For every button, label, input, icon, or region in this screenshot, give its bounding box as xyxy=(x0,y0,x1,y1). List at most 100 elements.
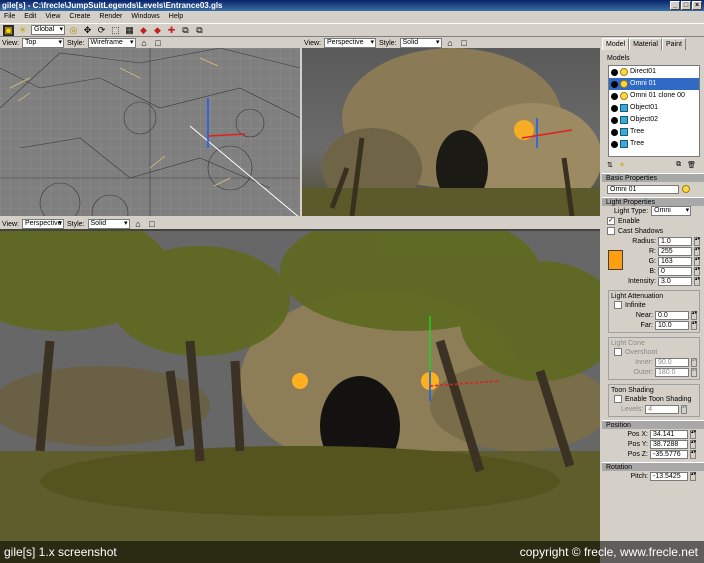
pos-y-field[interactable]: 38.7288 xyxy=(650,439,688,449)
levels-field[interactable]: 4 xyxy=(645,404,680,414)
inner-spinner[interactable]: ▴▾ xyxy=(691,357,697,367)
rotation-header[interactable]: Rotation xyxy=(602,462,704,471)
radius-spinner[interactable]: ▴▾ xyxy=(694,236,700,246)
menu-edit[interactable]: Edit xyxy=(24,11,36,23)
model-list[interactable]: Direct01 Omni 01 Omni 01 clone 00 Object… xyxy=(608,65,700,157)
near-field[interactable]: 0.0 xyxy=(655,310,689,320)
eye-icon[interactable] xyxy=(611,92,618,100)
tab-model[interactable]: Model xyxy=(602,38,630,50)
list-item[interactable]: Tree xyxy=(609,126,699,138)
green-field[interactable]: 163 xyxy=(658,256,692,266)
pitch-field[interactable]: -13.5425 xyxy=(650,471,688,481)
fit-icon[interactable]: □ xyxy=(459,38,470,49)
menu-render[interactable]: Render xyxy=(99,11,122,23)
list-item[interactable]: Omni 01 clone 00 xyxy=(609,90,699,102)
infinite-checkbox[interactable] xyxy=(614,301,622,309)
layout2-icon[interactable]: ⧉ xyxy=(194,25,205,36)
list-item[interactable]: Omni 01 xyxy=(609,78,699,90)
light-type-select[interactable]: Omni xyxy=(651,206,692,216)
radius-field[interactable]: 1.0 xyxy=(658,236,692,246)
pos-z-spinner[interactable]: ▴▾ xyxy=(690,449,696,459)
levels-spinner[interactable]: ▴▾ xyxy=(681,404,687,414)
light-color-swatch[interactable] xyxy=(608,250,623,270)
rotate-icon[interactable]: ⟳ xyxy=(96,25,107,36)
far-field[interactable]: 10.0 xyxy=(655,320,689,330)
style-select[interactable]: Wireframe xyxy=(87,38,136,48)
enable-checkbox[interactable]: ✓ xyxy=(607,217,615,225)
tab-paint[interactable]: Paint xyxy=(661,38,686,50)
red-spinner[interactable]: ▴▾ xyxy=(694,246,700,256)
far-spinner[interactable]: ▴▾ xyxy=(691,320,697,330)
scale-icon[interactable]: ⬚ xyxy=(110,25,121,36)
style-select[interactable]: Solid xyxy=(399,38,442,48)
delete-icon[interactable]: 🗑 xyxy=(687,161,696,169)
select-icon[interactable]: ◎ xyxy=(68,25,79,36)
maximize-button[interactable]: □ xyxy=(681,1,691,10)
coord-system-select[interactable]: Global xyxy=(31,25,65,35)
fit-icon[interactable]: □ xyxy=(147,219,158,230)
overshoot-checkbox[interactable] xyxy=(614,348,622,356)
viewport-perspective-1[interactable]: View: Perspective Style: Solid ⌂ □ xyxy=(302,38,600,216)
near-spinner[interactable]: ▴▾ xyxy=(691,310,697,320)
intensity-spinner[interactable]: ▴▾ xyxy=(694,276,700,286)
outer-field[interactable]: 180.0 xyxy=(655,367,689,377)
paint-icon[interactable]: ◆ xyxy=(138,25,149,36)
eye-icon[interactable] xyxy=(611,128,618,136)
menu-create[interactable]: Create xyxy=(69,11,90,23)
eye-icon[interactable] xyxy=(611,68,618,76)
render-icon[interactable]: ▣ xyxy=(3,24,14,36)
minimize-button[interactable]: _ xyxy=(670,1,680,10)
viewport-perspective-2[interactable]: View: Perspective Style: Solid ⌂ □ xyxy=(0,219,600,563)
blue-field[interactable]: 0 xyxy=(658,266,692,276)
red-field[interactable]: 255 xyxy=(658,246,692,256)
grid-icon[interactable]: ▦ xyxy=(124,25,135,36)
view-select[interactable]: Top xyxy=(22,38,64,48)
list-item[interactable]: Object01 xyxy=(609,102,699,114)
link-icon[interactable]: ⇅ xyxy=(607,161,613,169)
eraser-icon[interactable]: ✚ xyxy=(166,25,177,36)
pos-x-field[interactable]: 34.141 xyxy=(650,429,688,439)
viewport-top[interactable]: View: Top Style: Wireframe ⌂ □ xyxy=(0,38,300,216)
eye-icon[interactable] xyxy=(611,116,618,124)
light-icon[interactable]: ☀ xyxy=(17,25,28,36)
green-spinner[interactable]: ▴▾ xyxy=(694,256,700,266)
eye-icon[interactable] xyxy=(611,80,618,88)
tab-material[interactable]: Material xyxy=(629,38,662,50)
layout-icon[interactable]: ⧉ xyxy=(180,25,191,36)
view-select[interactable]: Perspective xyxy=(324,38,376,48)
fit-icon[interactable]: □ xyxy=(153,38,164,49)
camera-icon[interactable]: ⌂ xyxy=(445,38,456,49)
list-item[interactable]: Tree xyxy=(609,138,699,150)
light-properties-header[interactable]: Light Properties xyxy=(602,197,704,206)
clone-icon[interactable]: ⧉ xyxy=(676,161,681,169)
basic-properties-header[interactable]: Basic Properties xyxy=(602,173,704,182)
view-select[interactable]: Perspective xyxy=(22,219,64,229)
eye-icon[interactable] xyxy=(611,104,618,112)
position-header[interactable]: Position xyxy=(602,420,704,429)
pitch-spinner[interactable]: ▴▾ xyxy=(690,471,696,481)
intensity-field[interactable]: 3.0 xyxy=(658,276,692,286)
move-icon[interactable]: ✥ xyxy=(82,25,93,36)
camera-icon[interactable]: ⌂ xyxy=(133,219,144,230)
camera-icon[interactable]: ⌂ xyxy=(139,38,150,49)
menu-view[interactable]: View xyxy=(45,11,60,23)
close-button[interactable]: × xyxy=(692,1,702,10)
toon-shading-checkbox[interactable] xyxy=(614,395,622,403)
blue-spinner[interactable]: ▴▾ xyxy=(694,266,700,276)
pos-z-field[interactable]: -35.5776 xyxy=(650,449,688,459)
list-item[interactable]: Object02 xyxy=(609,114,699,126)
style-select[interactable]: Solid xyxy=(87,219,130,229)
cast-shadows-checkbox[interactable] xyxy=(607,227,615,235)
inner-field[interactable]: 90.0 xyxy=(655,357,689,367)
outer-spinner[interactable]: ▴▾ xyxy=(691,367,697,377)
name-field[interactable]: Omni 01 xyxy=(607,184,679,194)
menu-help[interactable]: Help xyxy=(169,11,183,23)
pos-x-spinner[interactable]: ▴▾ xyxy=(690,429,696,439)
eye-icon[interactable] xyxy=(611,140,618,148)
pos-y-spinner[interactable]: ▴▾ xyxy=(690,439,696,449)
menu-windows[interactable]: Windows xyxy=(131,11,159,23)
light-toggle-icon[interactable]: ☀ xyxy=(619,161,625,169)
menu-file[interactable]: File xyxy=(4,11,15,23)
bucket-icon[interactable]: ◆ xyxy=(152,25,163,36)
list-item[interactable]: Direct01 xyxy=(609,66,699,78)
